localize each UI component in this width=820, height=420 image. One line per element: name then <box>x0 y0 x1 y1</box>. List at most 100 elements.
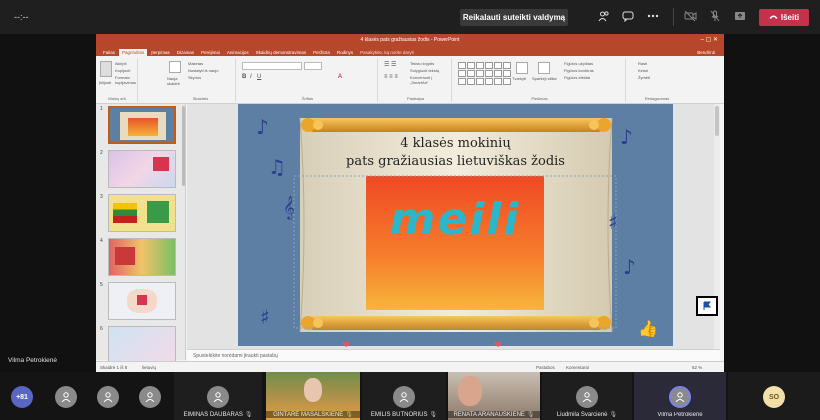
quick-styles-button[interactable]: Spartieji stiliai <box>532 76 560 81</box>
italic-button[interactable]: I <box>250 74 252 80</box>
smartart-button[interactable]: Konvertuoti į „SmartArt“ <box>410 75 451 85</box>
arrange-icon[interactable] <box>516 62 528 74</box>
thumbnail-image[interactable] <box>108 238 176 276</box>
participant-name: EMILIS BUTNORIUS 🎙 <box>370 412 438 418</box>
presenter-name: Vilma Petrokienė <box>8 357 58 364</box>
participant-video-face <box>304 378 322 402</box>
thumbnail-image[interactable] <box>108 106 176 144</box>
new-slide-icon[interactable] <box>169 61 181 73</box>
format-painter-button[interactable]: Formato kopijavimas <box>115 75 137 85</box>
ppt-title-text: 4 klasės pats gražiausias žodis - PowerP… <box>360 37 460 43</box>
participant-tile[interactable]: EMILIS BUTNORIUS 🎙 <box>362 372 446 420</box>
notes-pane[interactable]: Spustelėkite norėdami įtraukti pastabų <box>187 349 720 361</box>
replace-button[interactable]: Keisti <box>638 68 648 73</box>
thumbnails-scrollbar[interactable] <box>182 106 185 186</box>
people-icon[interactable] <box>597 10 611 24</box>
font-name-select[interactable] <box>242 62 302 70</box>
clipboard-group-label: Mainų srit. <box>108 96 127 101</box>
leave-button[interactable]: Išeiti <box>759 9 809 26</box>
shape-fill-button[interactable]: Figūros užpildas <box>564 61 593 66</box>
slides-group: Nauja skaidrė Maketas Nustatyti iš naujo… <box>166 58 236 102</box>
thumbnail-item[interactable]: 5 <box>100 282 180 320</box>
thumbnail-item[interactable]: 2 <box>100 150 180 188</box>
align-text-button[interactable]: Sulygiuoti tekstą <box>410 68 439 73</box>
participant-tile[interactable] <box>46 372 86 420</box>
shapes-gallery[interactable] <box>458 62 511 85</box>
ppt-status-bar: Skaidrė 1 iš 8 lietuvių Pastabos Komenta… <box>96 361 724 372</box>
new-slide-button[interactable]: Nauja skaidrė <box>167 76 185 86</box>
mic-off-icon: 🎙 <box>526 412 535 418</box>
section-button[interactable]: Skyrius <box>188 75 201 80</box>
mic-off-icon: 🎙 <box>244 412 253 418</box>
bold-button[interactable]: B <box>242 74 246 80</box>
underline-button[interactable]: U <box>257 74 261 80</box>
zoom-level[interactable]: 62 % <box>692 365 702 370</box>
camera-off-icon[interactable] <box>683 10 697 24</box>
overflow-participants[interactable]: +81 <box>0 372 44 420</box>
participant-tile[interactable] <box>88 372 128 420</box>
avatar <box>669 386 691 408</box>
font-size-select[interactable] <box>304 62 322 70</box>
participant-tile[interactable]: EIMINAS DAUBARAS 🎙 <box>174 372 262 420</box>
thumbnail-item[interactable]: 3 <box>100 194 180 232</box>
thumbnail-number: 3 <box>100 194 103 200</box>
mic-off-icon[interactable] <box>708 10 722 24</box>
align-icon[interactable]: ≡ ≡ ≡ <box>384 74 398 80</box>
share-screen-icon[interactable] <box>733 10 747 24</box>
slides-group-label: Skaidrės <box>192 96 209 101</box>
participant-tile[interactable] <box>130 372 170 420</box>
current-slide[interactable]: ♪ ♪ ♫ ♪ 𝄞 ♯ ♯ 👍 4 klasės mokinių pats graži… <box>238 104 673 346</box>
tab-insert[interactable]: Įterpimas <box>148 49 173 56</box>
bullets-icon[interactable]: ☰ ☰ <box>384 61 396 68</box>
request-control-button[interactable]: Reikalauti suteikti valdymą <box>460 9 568 26</box>
participant-tile-self[interactable]: Vilma Petrokienė <box>634 372 726 420</box>
thumbnail-item[interactable]: 6 <box>100 326 180 364</box>
text-direction-button[interactable]: Teksto kryptis <box>410 61 434 66</box>
select-button[interactable]: Žymėti <box>638 75 650 80</box>
language-indicator[interactable]: lietuvių <box>142 365 156 370</box>
font-group: B I U A Šriftas <box>238 58 378 102</box>
thumbnail-image[interactable] <box>108 326 176 364</box>
tab-design[interactable]: Dizainas <box>174 49 197 56</box>
thumbnail-item[interactable]: 1 <box>100 106 180 144</box>
shape-outline-button[interactable]: Figūros kontūras <box>564 68 594 73</box>
svg-text:𝄞: 𝄞 <box>283 195 295 220</box>
cut-button[interactable]: Iškirpti <box>115 61 127 66</box>
tab-file[interactable]: Failas <box>100 49 118 56</box>
copy-button[interactable]: Kopijuoti <box>115 68 130 73</box>
editing-group-label: Redagavimas <box>644 96 670 101</box>
tab-slideshow[interactable]: Skaidrių demonstravimas <box>253 49 310 56</box>
paste-label[interactable]: Įklijuoti <box>99 80 111 85</box>
thumbnail-item[interactable]: 4 <box>100 238 180 276</box>
participant-tile-video[interactable]: GINTARĖ MASALSKIENĖ 🎙 <box>266 372 360 420</box>
quick-styles-icon[interactable] <box>538 62 550 74</box>
window-controls-icon: – ▢ ✕ <box>700 37 718 43</box>
shape-effects-button[interactable]: Figūros efektai <box>564 75 590 80</box>
chat-icon[interactable] <box>621 10 635 24</box>
arrange-button[interactable]: Tvarkyti <box>512 76 526 81</box>
tab-view[interactable]: Rodinys <box>334 49 356 56</box>
font-color-button[interactable]: A <box>338 74 342 80</box>
raised-hand-icon[interactable] <box>696 296 718 316</box>
tell-me-search[interactable]: Pasakykite, ką norite daryti <box>357 49 417 56</box>
participant-tile-video[interactable]: RENATA ARANAUSKIENĖ 🎙 <box>448 372 540 420</box>
comments-toggle[interactable]: Komentarai <box>566 365 589 370</box>
notes-toggle[interactable]: Pastabos <box>536 365 555 370</box>
find-button[interactable]: Rasti <box>638 61 647 66</box>
thumbnail-image[interactable] <box>108 194 176 232</box>
participant-tile[interactable]: SO <box>728 372 820 420</box>
tab-transitions[interactable]: Perėjimai <box>198 49 223 56</box>
tab-review[interactable]: Peržiūra <box>310 49 333 56</box>
thumbnail-image[interactable] <box>108 282 176 320</box>
layout-button[interactable]: Maketas <box>188 61 203 66</box>
share-button[interactable]: Bendrinti <box>694 49 718 56</box>
thumbnail-image[interactable] <box>108 150 176 188</box>
participant-name: EIMINAS DAUBARAS 🎙 <box>183 412 253 418</box>
tab-home[interactable]: Pagrindinis <box>119 49 148 56</box>
paste-icon[interactable] <box>100 61 112 77</box>
participant-tile[interactable]: Liudmila Švarcienė 🎙 <box>542 372 632 420</box>
reset-button[interactable]: Nustatyti iš naujo <box>188 68 218 73</box>
more-actions-icon[interactable] <box>646 10 660 24</box>
tab-animations[interactable]: Animacijos <box>224 49 252 56</box>
svg-text:♯: ♯ <box>608 210 618 234</box>
